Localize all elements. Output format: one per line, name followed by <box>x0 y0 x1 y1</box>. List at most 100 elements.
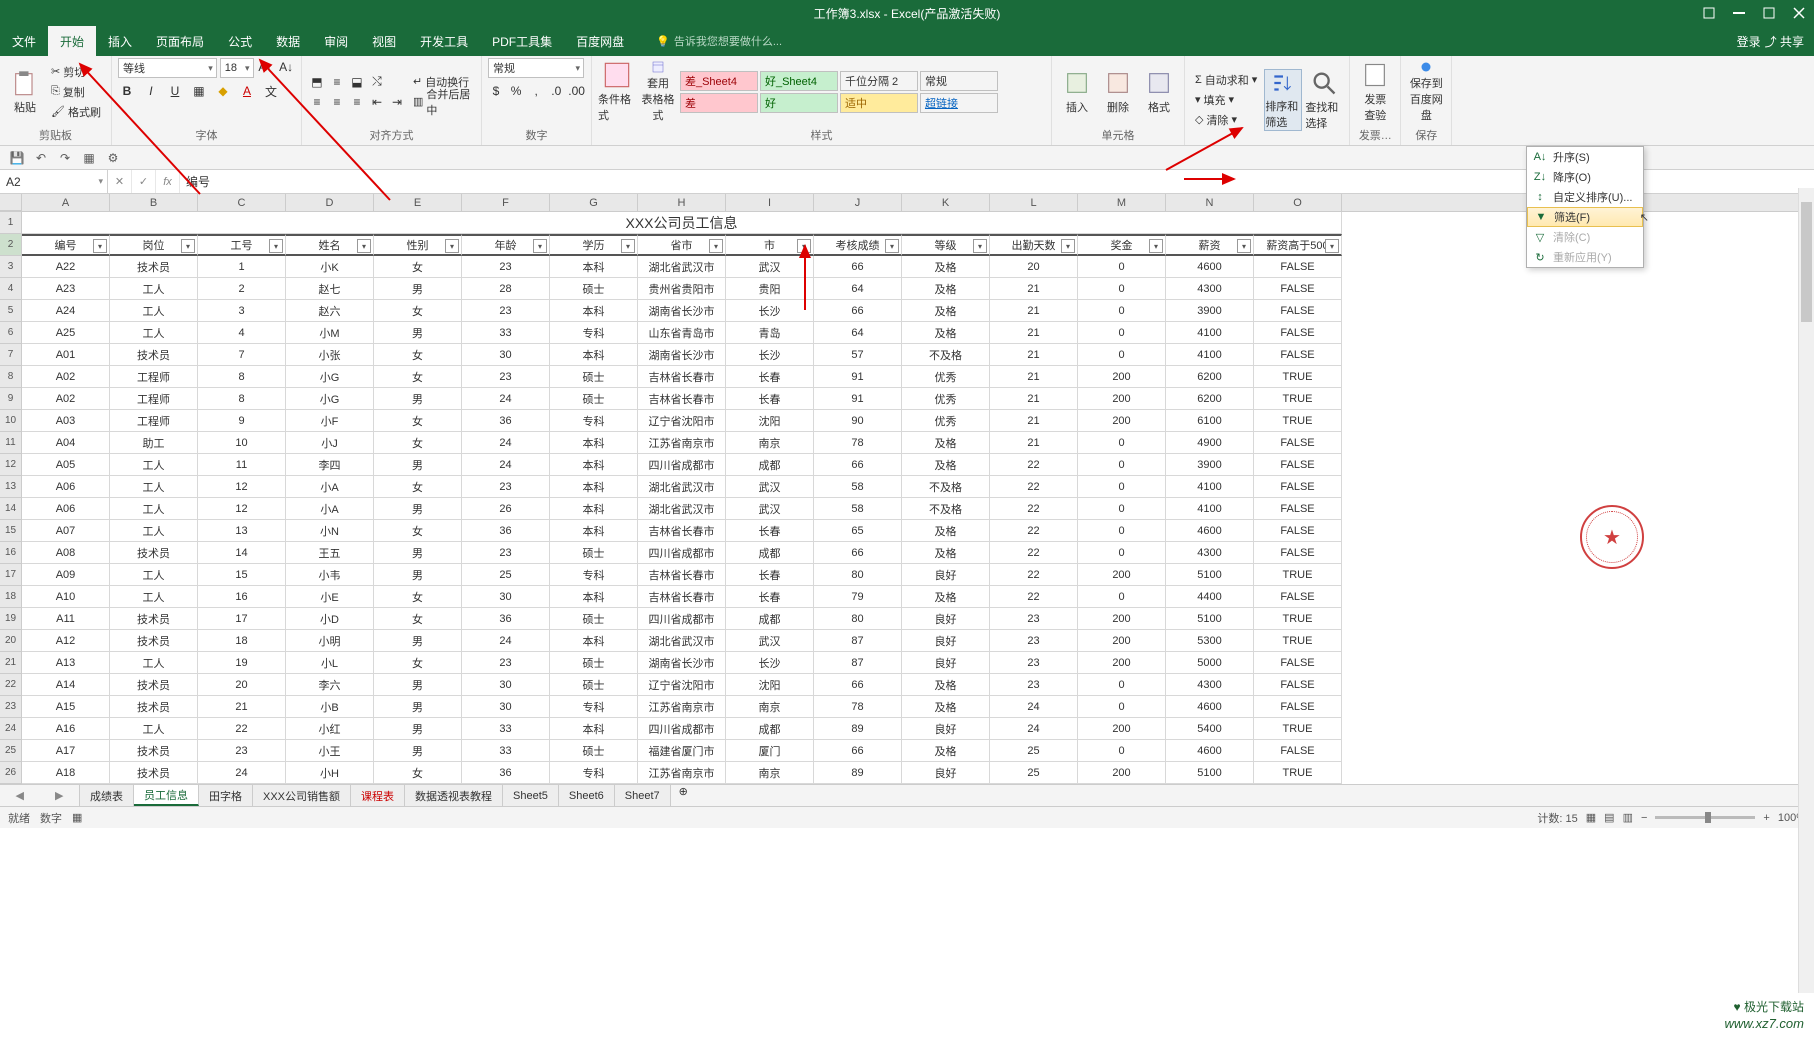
row-head-10[interactable]: 10 <box>0 410 22 432</box>
cell[interactable]: A23 <box>22 278 110 300</box>
cell[interactable]: 厦门 <box>726 740 814 762</box>
cell[interactable]: 87 <box>814 630 902 652</box>
cell[interactable]: 200 <box>1078 762 1166 784</box>
cell[interactable]: 本科 <box>550 586 638 608</box>
cell[interactable]: 小G <box>286 366 374 388</box>
cell[interactable]: A04 <box>22 432 110 454</box>
cell[interactable]: 本科 <box>550 520 638 542</box>
cell[interactable]: 24 <box>462 432 550 454</box>
cell[interactable]: 技术员 <box>110 608 198 630</box>
tab-layout[interactable]: 页面布局 <box>144 26 216 56</box>
indent-inc-icon[interactable]: ⇥ <box>388 93 406 111</box>
sort-filter-button[interactable]: 排序和筛选 <box>1264 69 1302 131</box>
cell[interactable]: 吉林省长春市 <box>638 586 726 608</box>
cell[interactable]: 及格 <box>902 300 990 322</box>
cell[interactable]: 湖北省武汉市 <box>638 630 726 652</box>
cell[interactable]: 23 <box>462 542 550 564</box>
cell[interactable]: 23 <box>462 476 550 498</box>
cell[interactable]: 良好 <box>902 718 990 740</box>
cell[interactable]: 4600 <box>1166 696 1254 718</box>
cell[interactable]: 及格 <box>902 454 990 476</box>
cell[interactable]: 21 <box>990 322 1078 344</box>
dec-decimal-icon[interactable]: .00 <box>568 82 585 100</box>
cell[interactable]: 吉林省长春市 <box>638 520 726 542</box>
cell[interactable]: 0 <box>1078 256 1166 278</box>
cell[interactable]: 36 <box>462 410 550 432</box>
cell[interactable]: A02 <box>22 366 110 388</box>
row-head-6[interactable]: 6 <box>0 322 22 344</box>
invoice-check-button[interactable]: 发票 查验 <box>1356 61 1394 123</box>
menu-filter[interactable]: ▼筛选(F)↖ <box>1527 207 1643 227</box>
cell[interactable]: 女 <box>374 256 462 278</box>
col-head-D[interactable]: D <box>286 194 374 211</box>
filter-button-4[interactable]: ▾ <box>445 239 459 253</box>
comma-icon[interactable]: , <box>528 82 544 100</box>
cell[interactable]: 女 <box>374 586 462 608</box>
menu-custom-sort[interactable]: ↕自定义排序(U)... <box>1527 187 1643 207</box>
align-left-icon[interactable]: ≡ <box>308 93 326 111</box>
cell[interactable]: 工程师 <box>110 410 198 432</box>
cell[interactable]: 工人 <box>110 564 198 586</box>
cell[interactable]: 0 <box>1078 278 1166 300</box>
cell[interactable]: 4600 <box>1166 256 1254 278</box>
cell[interactable]: 男 <box>374 388 462 410</box>
cell[interactable]: 良好 <box>902 652 990 674</box>
cell[interactable]: 福建省厦门市 <box>638 740 726 762</box>
cell[interactable]: 长沙 <box>726 344 814 366</box>
cell[interactable]: TRUE <box>1254 388 1342 410</box>
style-neutral[interactable]: 适中 <box>840 93 918 113</box>
cell[interactable]: 男 <box>374 498 462 520</box>
vertical-scrollbar[interactable] <box>1798 188 1814 993</box>
cell[interactable]: 200 <box>1078 410 1166 432</box>
cell[interactable]: 0 <box>1078 322 1166 344</box>
cell[interactable]: 0 <box>1078 432 1166 454</box>
cell[interactable]: FALSE <box>1254 520 1342 542</box>
tab-pdf[interactable]: PDF工具集 <box>480 26 564 56</box>
cell[interactable]: 赵七 <box>286 278 374 300</box>
cell[interactable]: 成都 <box>726 718 814 740</box>
cell[interactable]: 及格 <box>902 586 990 608</box>
cell[interactable]: 90 <box>814 410 902 432</box>
sheet-tab-1[interactable]: 员工信息 <box>134 785 199 806</box>
col-head-I[interactable]: I <box>726 194 814 211</box>
cell[interactable]: FALSE <box>1254 300 1342 322</box>
cell[interactable]: A12 <box>22 630 110 652</box>
clear-button[interactable]: ◇清除▾ <box>1191 111 1261 129</box>
cell[interactable]: FALSE <box>1254 740 1342 762</box>
cell[interactable]: 优秀 <box>902 410 990 432</box>
filter-button-0[interactable]: ▾ <box>93 239 107 253</box>
cell[interactable]: 成都 <box>726 454 814 476</box>
sheet-nav[interactable]: ◀▶ <box>0 785 80 806</box>
cell[interactable]: 长沙 <box>726 300 814 322</box>
cell[interactable]: 南京 <box>726 762 814 784</box>
cell[interactable]: 30 <box>462 674 550 696</box>
sheet-tab-6[interactable]: Sheet5 <box>503 785 559 806</box>
cell[interactable]: FALSE <box>1254 322 1342 344</box>
cell[interactable]: 14 <box>198 542 286 564</box>
cell[interactable]: 5000 <box>1166 652 1254 674</box>
cell[interactable]: 技术员 <box>110 740 198 762</box>
cell[interactable]: 吉林省长春市 <box>638 366 726 388</box>
sheet-tab-4[interactable]: 课程表 <box>351 785 405 806</box>
cell[interactable]: 及格 <box>902 322 990 344</box>
tab-dev[interactable]: 开发工具 <box>408 26 480 56</box>
cell[interactable]: 本科 <box>550 718 638 740</box>
cell[interactable]: 66 <box>814 454 902 476</box>
pinyin-button[interactable]: 文 <box>262 82 280 100</box>
cell[interactable]: 200 <box>1078 388 1166 410</box>
cell[interactable]: 24 <box>462 630 550 652</box>
cell[interactable]: 工人 <box>110 476 198 498</box>
cell[interactable]: 硕士 <box>550 674 638 696</box>
border-button[interactable]: ▦ <box>190 82 208 100</box>
style-bad[interactable]: 差 <box>680 93 758 113</box>
cell[interactable]: 3 <box>198 300 286 322</box>
cell-styles-gallery[interactable]: 差_Sheet4 好_Sheet4 千位分隔 2 常规 差 好 适中 超链接 <box>680 71 998 113</box>
cell[interactable]: 12 <box>198 498 286 520</box>
view-pagebreak-icon[interactable]: ▥ <box>1623 811 1633 824</box>
cell[interactable]: 15 <box>198 564 286 586</box>
table-format-button[interactable]: 套用 表格格式 <box>639 61 677 123</box>
cell[interactable]: 工人 <box>110 498 198 520</box>
cell[interactable]: A13 <box>22 652 110 674</box>
cell[interactable]: 1 <box>198 256 286 278</box>
cell[interactable]: 小A <box>286 498 374 520</box>
